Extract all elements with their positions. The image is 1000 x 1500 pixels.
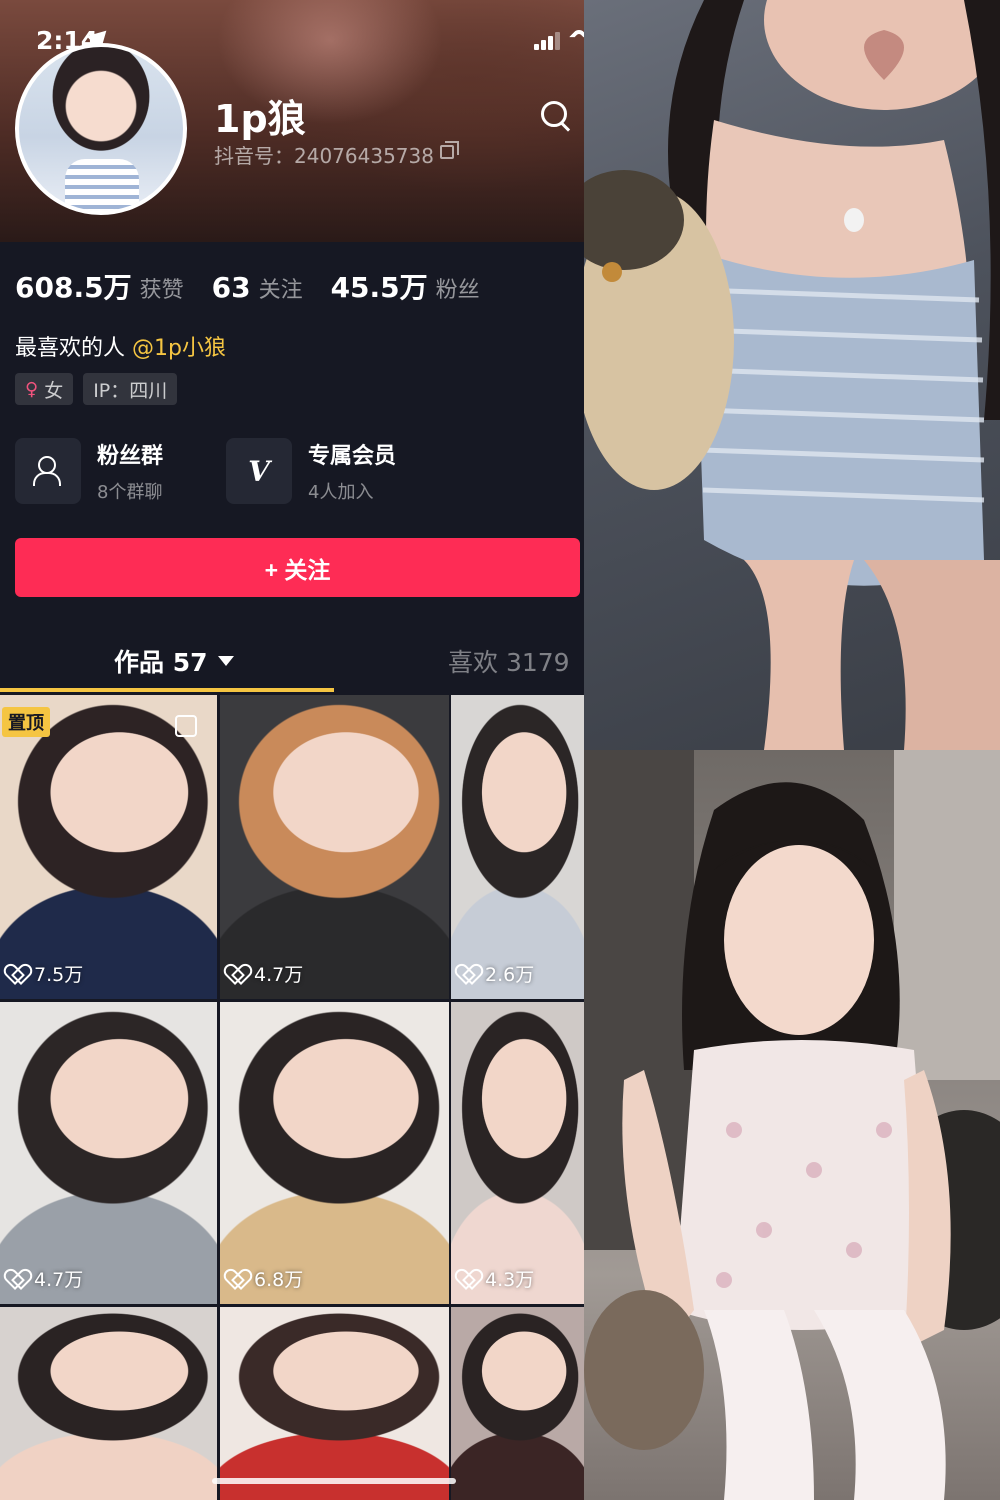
female-icon: ♀ <box>25 378 39 400</box>
photo-top <box>584 0 1000 750</box>
video-thumbnail[interactable] <box>451 1307 584 1500</box>
fan-group-card[interactable]: 粉丝群 8个群聊 <box>15 436 163 506</box>
home-indicator[interactable] <box>212 1478 456 1484</box>
heart-icon <box>226 964 248 984</box>
ip-location-label: IP：四川 <box>93 379 168 402</box>
like-count-text: 4.7万 <box>254 964 304 986</box>
photo-top-image <box>584 0 1000 750</box>
heart-icon <box>457 1269 479 1289</box>
douyin-id: 抖音号：24076435738 <box>214 144 434 168</box>
video-like-count: 4.7万 <box>226 960 303 987</box>
chevron-down-icon <box>217 656 234 666</box>
like-count-text: 6.8万 <box>254 1269 304 1291</box>
stat-following-label: 关注 <box>258 278 303 303</box>
search-icon[interactable] <box>538 98 574 134</box>
nickname: 1p狼 <box>214 97 306 141</box>
like-count-text: 7.5万 <box>34 964 84 986</box>
video-like-count: 7.5万 <box>6 960 83 987</box>
fan-group-title: 粉丝群 <box>97 444 164 469</box>
profile-stats: 608.5万 获赞 63 关注 45.5万 粉丝 <box>15 266 480 306</box>
bio: 最喜欢的人 @1p小狼 <box>15 330 226 362</box>
like-count-text: 2.6万 <box>485 964 535 986</box>
tab-works-label: 作品 57 <box>114 648 208 677</box>
video-like-count: 2.6万 <box>457 960 534 987</box>
stat-fans[interactable]: 45.5万 粉丝 <box>331 266 480 306</box>
fan-group-icon <box>15 438 81 504</box>
tab-likes[interactable]: 喜欢 3179 <box>448 643 570 679</box>
photo-bottom-image <box>584 750 1000 1500</box>
stat-following-number: 63 <box>211 271 251 304</box>
like-count-text: 4.3万 <box>485 1269 535 1291</box>
heart-icon <box>457 964 479 984</box>
heart-icon <box>226 1269 248 1289</box>
gender-label: 女 <box>44 379 64 402</box>
heart-icon <box>6 1269 28 1289</box>
stat-fans-label: 粉丝 <box>435 278 480 303</box>
profile-tags: ♀ 女 IP：四川 <box>15 373 178 405</box>
video-thumbnail[interactable]: 4.3万 <box>451 1002 584 1304</box>
stat-likes-number: 608.5万 <box>15 271 132 304</box>
heart-icon <box>6 964 28 984</box>
video-like-count: 4.3万 <box>457 1265 534 1292</box>
video-like-count: 6.8万 <box>226 1265 303 1292</box>
video-thumbnail[interactable] <box>220 1307 449 1500</box>
video-thumbnail[interactable]: 4.7万 <box>220 695 449 999</box>
member-subtitle: 4人加入 <box>308 482 374 503</box>
tab-active-indicator <box>0 688 334 692</box>
video-thumbnail[interactable] <box>0 1307 217 1500</box>
fan-group-subtitle: 8个群聊 <box>97 482 163 503</box>
v-member-icon: V <box>226 438 292 504</box>
ip-location-tag: IP：四川 <box>83 373 178 405</box>
member-card[interactable]: V 专属会员 4人加入 <box>226 436 396 506</box>
stat-fans-number: 45.5万 <box>330 271 428 304</box>
multi-image-icon <box>175 715 197 737</box>
video-thumbnail[interactable]: 置顶 7.5万 <box>0 695 217 999</box>
follow-button[interactable]: + 关注 <box>15 538 580 597</box>
stat-following[interactable]: 63 关注 <box>212 271 303 304</box>
bio-mention-link[interactable]: @1p小狼 <box>132 336 226 361</box>
avatar[interactable] <box>15 43 187 215</box>
copy-icon[interactable] <box>440 141 459 159</box>
video-thumbnail[interactable]: 4.7万 <box>0 1002 217 1304</box>
pinned-badge: 置顶 <box>2 707 50 737</box>
feature-cards: 粉丝群 8个群聊 V 专属会员 4人加入 <box>15 436 575 506</box>
member-title: 专属会员 <box>308 444 397 469</box>
like-count-text: 4.7万 <box>34 1269 84 1291</box>
stat-likes-label: 获赞 <box>139 278 184 303</box>
profile-screen: 2:14 1p狼 抖音号：24076435738 608.5万 获赞 63 关注… <box>0 0 584 1500</box>
signal-icon <box>534 32 564 50</box>
gender-tag: ♀ 女 <box>15 373 74 405</box>
video-like-count: 4.7万 <box>6 1265 83 1292</box>
photo-bottom <box>584 750 1000 1500</box>
video-thumbnail[interactable]: 2.6万 <box>451 695 584 999</box>
video-thumbnail[interactable]: 6.8万 <box>220 1002 449 1304</box>
tab-works[interactable]: 作品 57 <box>114 643 234 679</box>
bio-text: 最喜欢的人 <box>15 336 132 361</box>
stat-likes[interactable]: 608.5万 获赞 <box>15 266 184 306</box>
